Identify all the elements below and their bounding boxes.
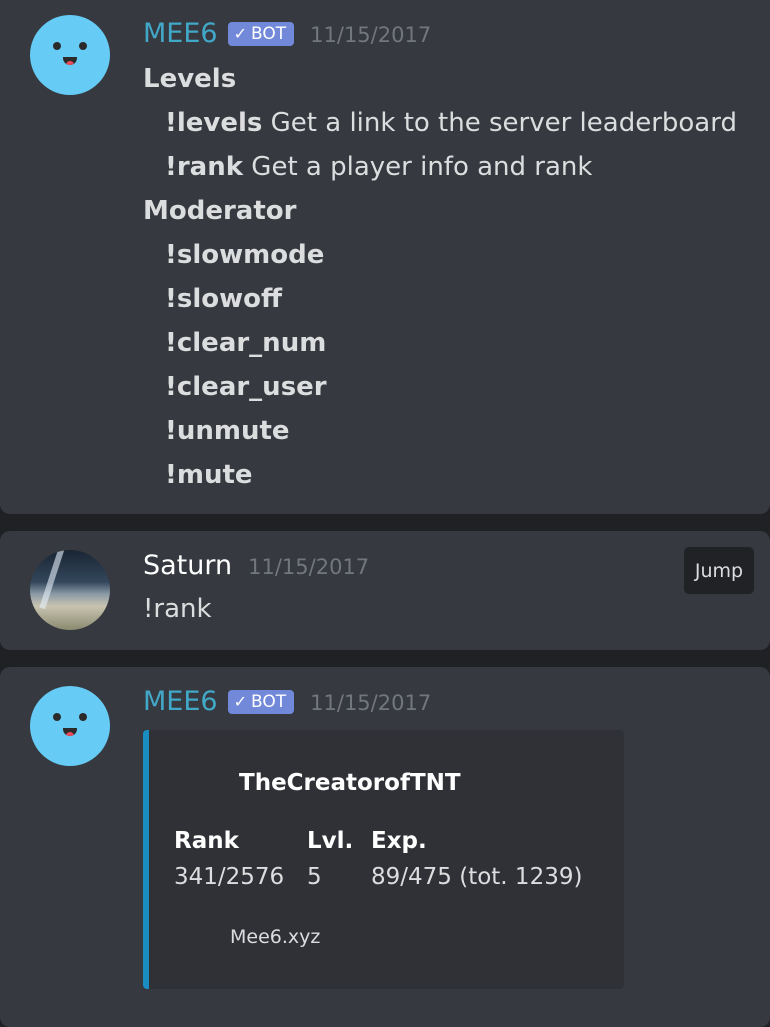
- command-line: !unmute: [165, 416, 290, 446]
- message-saturn: Saturn 11/15/2017 !rank Jump: [0, 531, 770, 650]
- section-heading: Moderator: [143, 196, 297, 226]
- check-icon: ✓: [233, 24, 247, 43]
- command-line: !slowoff: [165, 284, 282, 314]
- command-line: !clear_user: [165, 372, 327, 402]
- command-name: !clear_num: [165, 328, 327, 358]
- command-desc: Get a link to the server leaderboard: [270, 108, 737, 138]
- author-name[interactable]: Saturn: [143, 550, 232, 581]
- command-name: !rank: [165, 152, 244, 182]
- command-line: !slowmode: [165, 240, 324, 270]
- embed-field-rank: Rank 341/2576: [174, 828, 284, 890]
- command-name: !levels: [165, 108, 263, 138]
- command-line: !rank Get a player info and rank: [165, 152, 592, 182]
- message-header: Saturn 11/15/2017: [143, 550, 369, 581]
- timestamp: 11/15/2017: [310, 691, 432, 715]
- saturn-avatar[interactable]: [30, 550, 110, 630]
- section-heading: Levels: [143, 64, 237, 94]
- jump-button[interactable]: Jump: [684, 547, 754, 594]
- message-mee6-help: MEE6 ✓ BOT 11/15/2017 Levels !levels Get …: [0, 0, 770, 514]
- command-line: !mute: [165, 460, 253, 490]
- author-name[interactable]: MEE6: [143, 686, 218, 717]
- field-value: 89/475 (tot. 1239): [371, 864, 583, 890]
- command-name: !unmute: [165, 416, 290, 446]
- message-header: MEE6 ✓ BOT 11/15/2017: [143, 18, 431, 49]
- command-line: !levels Get a link to the server leaderb…: [165, 108, 737, 138]
- field-name: Exp.: [371, 828, 427, 854]
- author-name[interactable]: MEE6: [143, 18, 218, 49]
- timestamp: 11/15/2017: [248, 555, 370, 579]
- command-line: !clear_num: [165, 328, 326, 358]
- command-name: !mute: [165, 460, 253, 490]
- field-value: 5: [307, 864, 322, 890]
- bot-tag: ✓ BOT: [227, 21, 295, 46]
- embed-field-exp: Exp. 89/475 (tot. 1239): [371, 828, 582, 890]
- field-name: Lvl.: [307, 828, 354, 854]
- timestamp: 11/15/2017: [310, 23, 432, 47]
- command-desc: Get a player info and rank: [251, 152, 593, 182]
- message-text: !rank: [143, 594, 212, 624]
- embed-footer[interactable]: Mee6.xyz: [230, 926, 320, 948]
- command-name: !slowoff: [165, 284, 283, 314]
- command-name: !clear_user: [165, 372, 327, 402]
- mee6-avatar[interactable]: [30, 15, 110, 95]
- field-name: Rank: [174, 828, 239, 854]
- rank-embed: TheCreatorofTNT Rank 341/2576 Lvl. 5 Exp…: [143, 730, 624, 989]
- embed-title: TheCreatorofTNT: [239, 770, 461, 796]
- bot-tag: ✓ BOT: [227, 689, 295, 714]
- embed-field-level: Lvl. 5: [307, 828, 353, 890]
- field-value: 341/2576: [174, 864, 285, 890]
- message-header: MEE6 ✓ BOT 11/15/2017: [143, 686, 431, 717]
- command-name: !slowmode: [165, 240, 325, 270]
- message-mee6-rank: MEE6 ✓ BOT 11/15/2017 TheCreatorofTNT Ran…: [0, 667, 770, 1027]
- check-icon: ✓: [233, 692, 247, 711]
- mee6-avatar[interactable]: [30, 686, 110, 766]
